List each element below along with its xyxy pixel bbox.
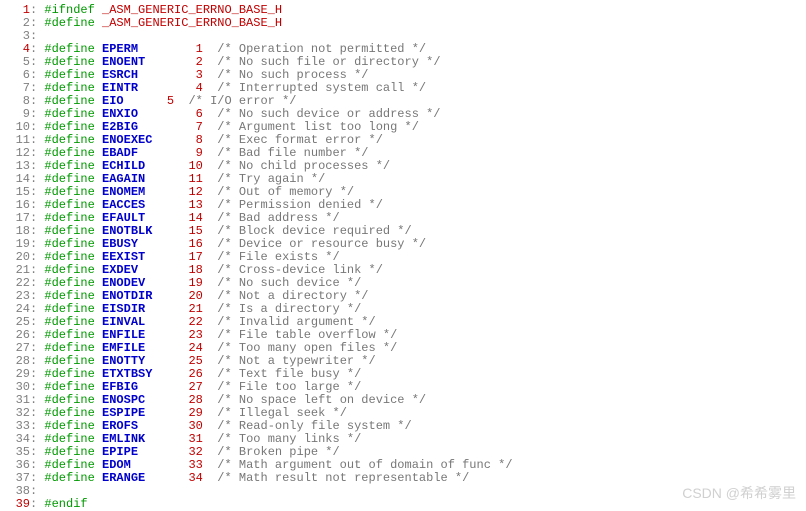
line-content: #define EPERM 1 /* Operation not permitt… [44,42,426,56]
line-content: #define EINVAL 22 /* Invalid argument */ [44,315,375,329]
line-content: #define EMLINK 31 /* Too many links */ [44,432,361,446]
line-content: #define EINTR 4 /* Interrupted system ca… [44,81,426,95]
line-content: #define EAGAIN 11 /* Try again */ [44,172,325,186]
line-content: #define _ASM_GENERIC_ERRNO_BASE_H [44,16,282,30]
line-content: #define EDOM 33 /* Math argument out of … [44,458,512,472]
line-content: #define ERANGE 34 /* Math result not rep… [44,471,469,485]
line-content: #define EMFILE 24 /* Too many open files… [44,341,397,355]
line-content: #define EEXIST 17 /* File exists */ [44,250,339,264]
line-content: #define ENOTTY 25 /* Not a typewriter */ [44,354,375,368]
watermark: CSDN @希希雾里 [682,487,796,500]
line-content: #define ENOTDIR 20 /* Not a directory */ [44,289,368,303]
code-line: 37: #define ERANGE 34 /* Math result not… [4,472,802,485]
line-content: #define EACCES 13 /* Permission denied *… [44,198,383,212]
code-line: 2: #define _ASM_GENERIC_ERRNO_BASE_H [4,17,802,30]
line-content: #endif [44,497,87,511]
line-content: #define ENOTBLK 15 /* Block device requi… [44,224,411,238]
line-number: 39 [4,498,30,511]
line-content: #define E2BIG 7 /* Argument list too lon… [44,120,419,134]
line-content: #define ENXIO 6 /* No such device or add… [44,107,440,121]
code-block: 1: #ifndef _ASM_GENERIC_ERRNO_BASE_H2: #… [4,4,802,511]
line-content: #define EROFS 30 /* Read-only file syste… [44,419,411,433]
line-content: #define ENOENT 2 /* No such file or dire… [44,55,440,69]
line-content: #define ECHILD 10 /* No child processes … [44,159,390,173]
line-content: #define EBADF 9 /* Bad file number */ [44,146,368,160]
line-content: #define ENODEV 19 /* No such device */ [44,276,361,290]
line-content: #define ENOEXEC 8 /* Exec format error *… [44,133,383,147]
line-content: #define EPIPE 32 /* Broken pipe */ [44,445,339,459]
line-content: #define ENFILE 23 /* File table overflow… [44,328,397,342]
line-content: #define ESRCH 3 /* No such process */ [44,68,368,82]
line-content: #define ENOMEM 12 /* Out of memory */ [44,185,354,199]
line-content: #define ESPIPE 29 /* Illegal seek */ [44,406,347,420]
line-content: #define EFAULT 14 /* Bad address */ [44,211,339,225]
line-content: #define ENOSPC 28 /* No space left on de… [44,393,426,407]
line-content: #define EISDIR 21 /* Is a directory */ [44,302,361,316]
line-content: #define EIO 5 /* I/O error */ [44,94,296,108]
line-content: #ifndef _ASM_GENERIC_ERRNO_BASE_H [44,3,282,17]
line-content: #define ETXTBSY 26 /* Text file busy */ [44,367,361,381]
line-content: #define EBUSY 16 /* Device or resource b… [44,237,426,251]
line-content: #define EXDEV 18 /* Cross-device link */ [44,263,383,277]
line-content: #define EFBIG 27 /* File too large */ [44,380,361,394]
